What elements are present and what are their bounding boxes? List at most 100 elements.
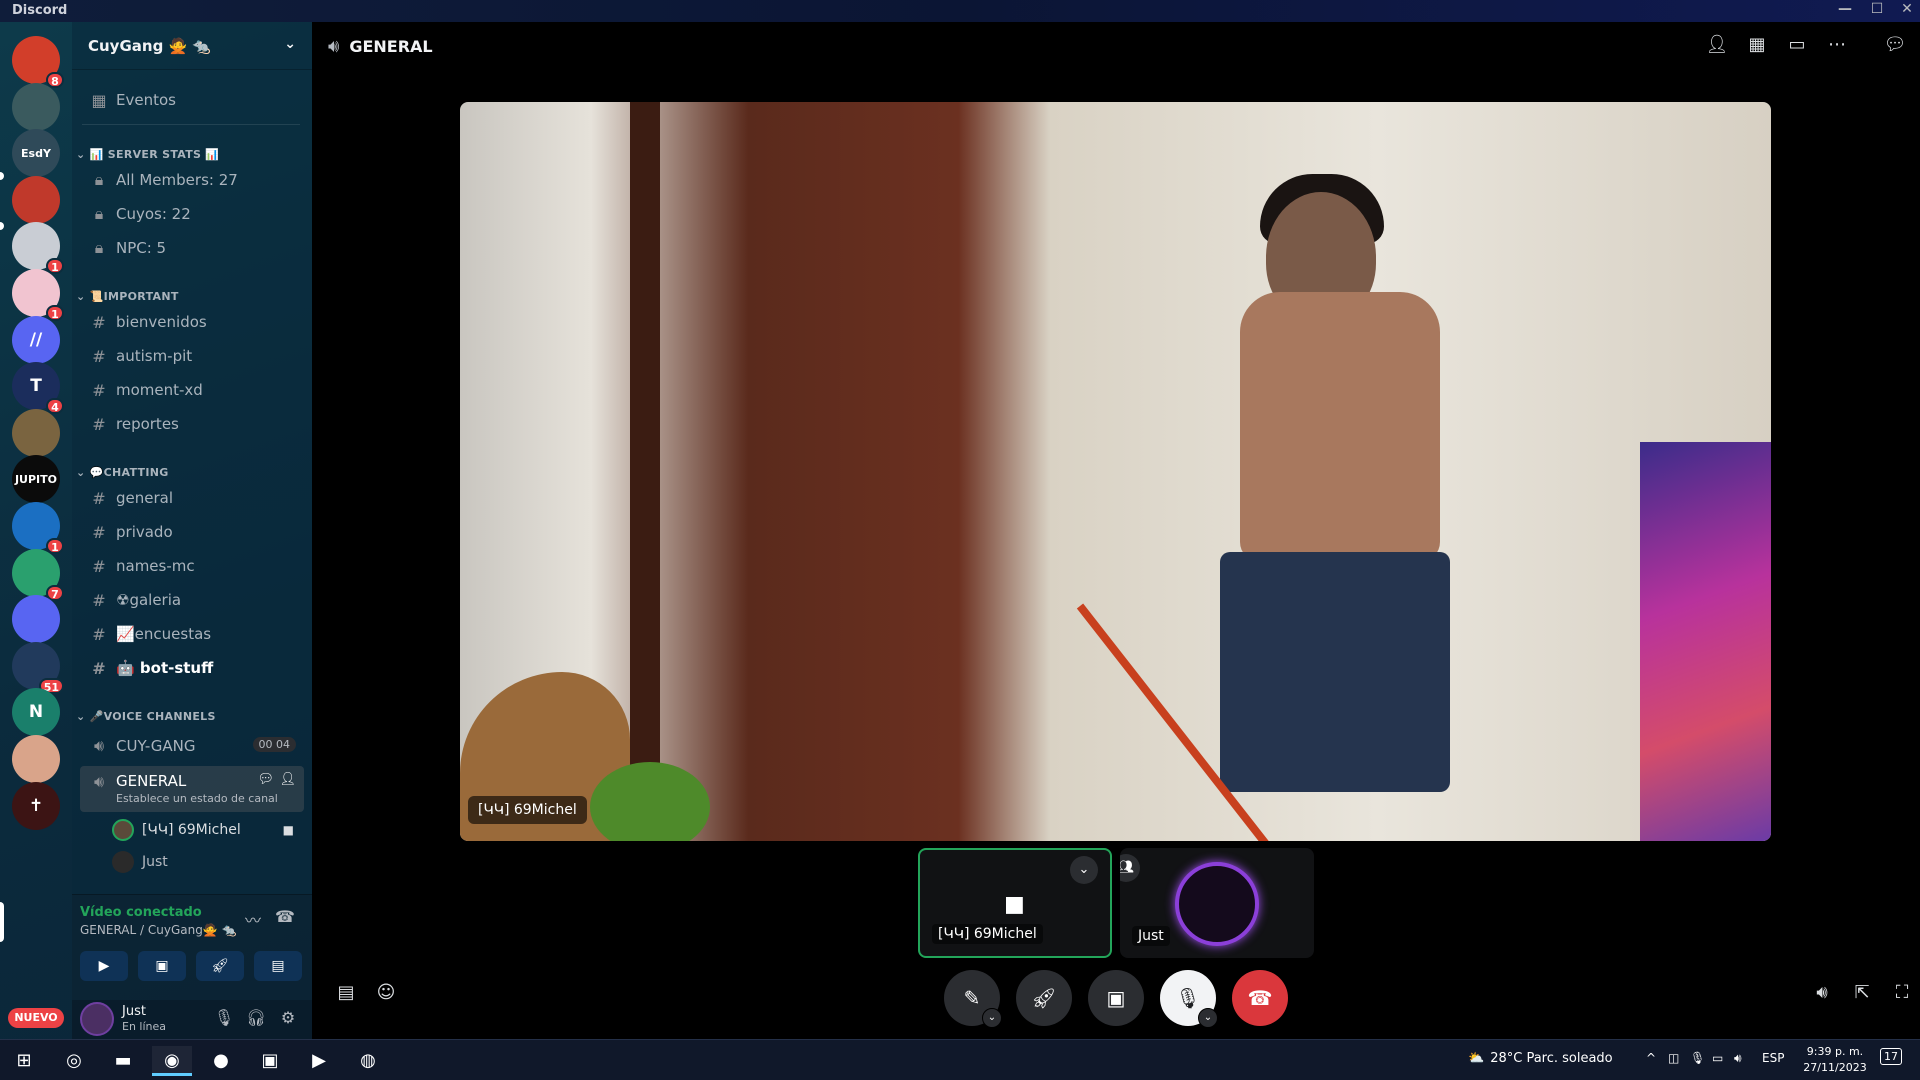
- server-icon[interactable]: //: [12, 315, 60, 364]
- fullscreen-icon[interactable]: ⛶: [1888, 982, 1916, 1010]
- channel-privado[interactable]: # privado: [80, 516, 304, 548]
- volume-icon[interactable]: 🔊︎: [1808, 982, 1836, 1010]
- channel-moment-xd[interactable]: # moment-xd: [80, 374, 304, 406]
- channel-encuestas[interactable]: # 📈encuestas: [80, 618, 304, 650]
- category-voice[interactable]: ⌄ 🎤VOICE CHANNELS: [76, 710, 216, 723]
- soundboard-button[interactable]: ▤: [254, 951, 302, 981]
- soundboard-icon[interactable]: ▤: [332, 982, 360, 1010]
- discord-icon[interactable]: ◉: [152, 1046, 192, 1076]
- noise-suppression-icon[interactable]: 〰: [240, 907, 266, 933]
- terminal-icon[interactable]: ▶: [299, 1046, 339, 1076]
- channel-reportes[interactable]: # reportes: [80, 408, 304, 440]
- chevron-down-icon[interactable]: ⌄: [1198, 1008, 1218, 1028]
- notifications-badge[interactable]: 17: [1880, 1048, 1902, 1065]
- events-item[interactable]: ▦ Eventos: [80, 84, 304, 116]
- screen-share-button[interactable]: ▣: [138, 951, 186, 981]
- weather-widget[interactable]: ⛅ 28°C Parc. soleado: [1468, 1051, 1613, 1066]
- chevron-up-icon[interactable]: ^: [1646, 1051, 1656, 1065]
- channel-stats-cuyos[interactable]: 🔒︎ Cuyos: 22: [80, 198, 304, 230]
- disconnect-icon[interactable]: ☎: [272, 907, 298, 933]
- settings-icon[interactable]: ⚙: [276, 1008, 300, 1032]
- chevron-down-icon[interactable]: ⌄: [982, 1008, 1002, 1028]
- channel-autism-pit[interactable]: # autism-pit: [80, 340, 304, 372]
- participants-icon[interactable]: 👥︎: [1120, 854, 1140, 882]
- server-icon[interactable]: [12, 735, 60, 783]
- category-server-stats[interactable]: ⌄ 📊 SERVER STATS 📊: [76, 148, 219, 161]
- connection-status: Vídeo conectado: [80, 905, 202, 920]
- server-icon[interactable]: 1: [12, 222, 64, 275]
- more-icon[interactable]: ⋯: [1824, 34, 1850, 60]
- participant-tile[interactable]: ■ [ԿԿ] 69Michel ⌄: [918, 848, 1112, 958]
- server-icon[interactable]: 1: [12, 269, 64, 321]
- windows-start-icon[interactable]: ⊞: [4, 1046, 44, 1076]
- system-clock[interactable]: 9:39 p. m. 27/11/2023: [1800, 1044, 1870, 1076]
- server-icon[interactable]: EsdY: [12, 129, 60, 178]
- microphone-icon[interactable]: 🎙︎: [212, 1008, 236, 1032]
- category-important[interactable]: ⌄ 📜IMPORTANT: [76, 290, 179, 303]
- channel-general[interactable]: # general: [80, 482, 304, 514]
- microphone-button[interactable]: 🎙︎ ⌄: [1160, 970, 1218, 1028]
- emoji-icon[interactable]: ☺: [372, 982, 400, 1010]
- file-explorer-icon[interactable]: ▬: [103, 1046, 143, 1076]
- guild-header[interactable]: CuyGang 🙅 🐀 ⌄: [72, 22, 312, 70]
- channel-bienvenidos[interactable]: # bienvenidos: [80, 306, 304, 338]
- server-icon[interactable]: 51: [12, 641, 64, 694]
- language-indicator[interactable]: ESP: [1762, 1051, 1784, 1065]
- connection-location[interactable]: GENERAL / CuyGang🙅 🐀: [80, 923, 237, 937]
- server-icon[interactable]: T4: [12, 362, 64, 415]
- close-button[interactable]: ✕: [1894, 1, 1920, 21]
- channel-bot-stuff[interactable]: # 🤖 bot-stuff: [80, 652, 304, 684]
- channel-stats-members[interactable]: 🔒︎ All Members: 27: [80, 164, 304, 196]
- camera-icon[interactable]: ◫: [1668, 1051, 1679, 1065]
- video-off-button[interactable]: ▶: [80, 951, 128, 981]
- minimize-button[interactable]: —: [1832, 1, 1858, 21]
- server-icon[interactable]: 8: [12, 36, 64, 88]
- invite-icon[interactable]: 👤︎: [279, 772, 296, 787]
- server-icon[interactable]: [12, 408, 60, 457]
- main-video-feed[interactable]: [ԿԿ] 69Michel: [460, 102, 1771, 841]
- camera-toggle-button[interactable]: ✎ ⌄: [944, 970, 1002, 1028]
- server-icon[interactable]: [12, 82, 60, 131]
- screen-share-button[interactable]: ▣: [1088, 970, 1144, 1026]
- server-list: 8 EsdY 1 1//T 4 JUPITO 1 7 51 N ✝: [0, 22, 72, 1039]
- chevron-down-icon[interactable]: ⌄: [1070, 856, 1098, 884]
- server-icon[interactable]: ✝: [12, 781, 60, 830]
- channel-names-mc[interactable]: # names-mc: [80, 550, 304, 582]
- video-scene: [590, 762, 710, 841]
- server-icon[interactable]: JUPITO: [12, 455, 60, 504]
- server-icon[interactable]: N: [12, 688, 60, 737]
- user-avatar[interactable]: [80, 1002, 114, 1036]
- voice-user[interactable]: Just: [112, 848, 302, 876]
- add-friend-icon[interactable]: 👤︎: [1704, 34, 1730, 60]
- spotify-icon[interactable]: ●: [201, 1046, 241, 1076]
- new-badge[interactable]: NUEVO: [8, 1008, 64, 1028]
- network-icon[interactable]: ▭: [1712, 1051, 1723, 1065]
- activity-button[interactable]: 🚀︎: [1016, 970, 1072, 1026]
- server-icon[interactable]: [12, 175, 60, 224]
- popout-icon[interactable]: ▭: [1784, 34, 1810, 60]
- server-icon[interactable]: 7: [12, 548, 64, 601]
- voice-channel-cuy-gang[interactable]: 🔊︎ CUY-GANG 00 04: [80, 730, 304, 762]
- server-icon[interactable]: [12, 595, 60, 644]
- edge-icon[interactable]: ◎: [54, 1046, 94, 1076]
- channel-galeria[interactable]: # ☢galeria: [80, 584, 304, 616]
- grid-layout-icon[interactable]: ▦: [1744, 34, 1770, 60]
- participant-tile[interactable]: 👥︎ Just: [1120, 848, 1314, 958]
- volume-icon[interactable]: 🔊︎: [1734, 1051, 1742, 1066]
- microphone-icon[interactable]: 🎙︎: [1690, 1051, 1705, 1065]
- chat-icon[interactable]: 💬︎: [1882, 34, 1908, 60]
- server-icon[interactable]: 1: [12, 502, 64, 554]
- maximize-button[interactable]: ☐: [1864, 1, 1890, 21]
- avatar: [112, 819, 134, 841]
- app-icon[interactable]: ◍: [348, 1046, 388, 1076]
- disconnect-button[interactable]: ☎: [1232, 970, 1288, 1026]
- chat-icon[interactable]: 💬︎: [257, 772, 274, 787]
- voice-user[interactable]: [ԿԿ] 69Michel ■: [112, 816, 302, 844]
- activity-button[interactable]: 🚀︎: [196, 951, 244, 981]
- channel-stats-npc[interactable]: 🔒︎ NPC: 5: [80, 232, 304, 264]
- popout-icon[interactable]: ⇱: [1848, 982, 1876, 1010]
- headphones-icon[interactable]: 🎧︎: [244, 1008, 268, 1032]
- voice-channel-general[interactable]: 🔊︎ GENERAL Establece un estado de canal 💬…: [80, 766, 304, 812]
- app-icon[interactable]: ▣: [250, 1046, 290, 1076]
- category-chatting[interactable]: ⌄ 💬CHATTING: [76, 466, 169, 479]
